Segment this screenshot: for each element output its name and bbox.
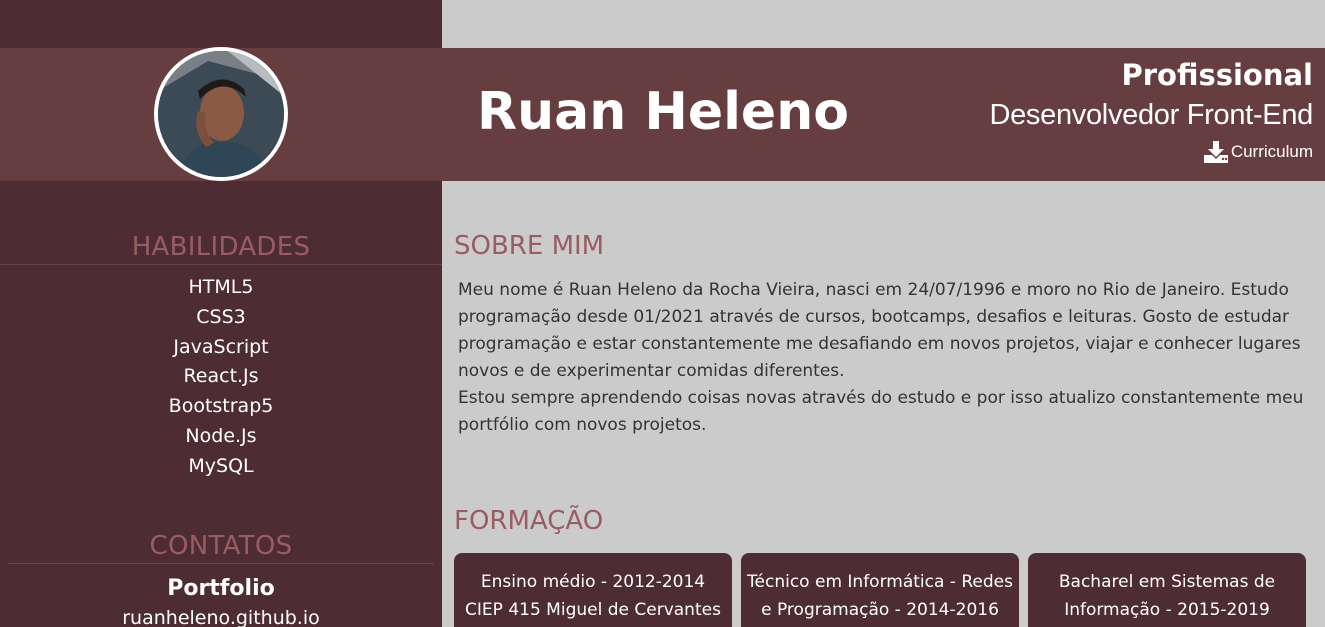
skill-item: JavaScript: [173, 335, 269, 358]
profile-role: Desenvolvedor Front-End: [989, 99, 1313, 131]
profile-box: Profissional Desenvolvedor Front-End Cur…: [989, 57, 1313, 167]
contacts-title: CONTATOS: [149, 531, 293, 561]
contacts-section: CONTATOS Portfolio ruanheleno.github.io: [0, 529, 442, 627]
curriculum-label: Curriculum: [1230, 142, 1313, 161]
education-card: Técnico em Informática - Redes e Program…: [741, 553, 1019, 627]
page-title: Ruan Heleno: [477, 82, 849, 142]
skills-section: HABILIDADES HTML5 CSS3 JavaScript React.…: [0, 230, 442, 482]
curriculum-download-link[interactable]: Curriculum: [1203, 139, 1313, 165]
contacts-divider: [8, 563, 434, 564]
education-card-line: Bacharel em Sistemas de: [1058, 572, 1276, 592]
skill-item: MySQL: [188, 454, 254, 477]
profile-avatar: [154, 47, 288, 181]
education-card-line: e Programação - 2014-2016: [761, 599, 999, 620]
about-paragraph: Estou sempre aprendendo coisas novas atr…: [458, 388, 1304, 435]
skill-item: CSS3: [196, 305, 246, 328]
skill-item: React.Js: [183, 365, 259, 388]
profile-photo: [158, 51, 284, 177]
skill-item: Node.Js: [185, 424, 257, 447]
skills-divider: [0, 264, 442, 265]
about-text: Meu nome é Ruan Heleno da Rocha Vieira, …: [458, 277, 1314, 439]
skills-list: HTML5 CSS3 JavaScript React.Js Bootstrap…: [0, 273, 442, 482]
education-title: FORMAÇÃO: [454, 506, 604, 536]
profile-label: Profissional: [1121, 58, 1313, 92]
education-card-line: CIEP 415 Miguel de Cervantes: [465, 599, 721, 620]
download-icon: [1203, 141, 1228, 163]
portfolio-link[interactable]: ruanheleno.github.io: [0, 604, 442, 627]
about-title: SOBRE MIM: [454, 231, 605, 261]
education-card-line: Informação - 2015-2019: [1064, 599, 1270, 620]
page: Ruan Heleno Profissional Desenvolvedor F…: [0, 0, 1325, 627]
skill-item: Bootstrap5: [168, 395, 274, 418]
portfolio-label: Portfolio: [167, 576, 275, 601]
about-paragraph: Meu nome é Ruan Heleno da Rocha Vieira, …: [458, 280, 1301, 381]
skill-item: HTML5: [188, 276, 254, 298]
education-cards: Ensino médio - 2012-2014 CIEP 415 Miguel…: [454, 553, 1306, 627]
education-card: Bacharel em Sistemas de Informação - 201…: [1028, 553, 1306, 627]
education-card: Ensino médio - 2012-2014 CIEP 415 Miguel…: [454, 553, 732, 627]
education-card-line: Ensino médio - 2012-2014: [480, 572, 706, 592]
skills-title: HABILIDADES: [131, 232, 311, 262]
education-card-line: Técnico em Informática - Redes: [747, 572, 1013, 592]
